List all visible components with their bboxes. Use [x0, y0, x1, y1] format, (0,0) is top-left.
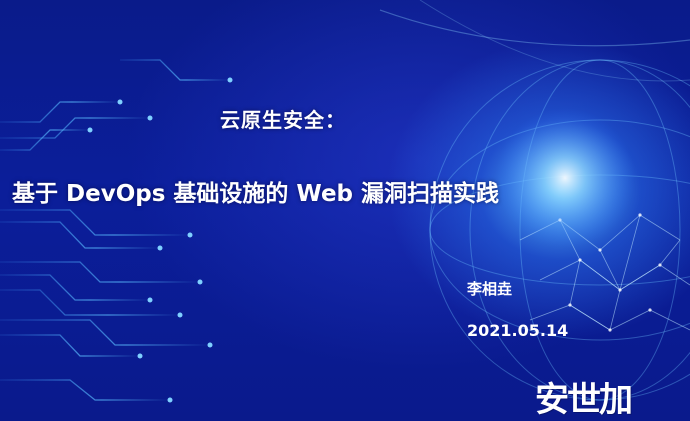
circuit-lines	[0, 59, 230, 401]
presentation-date: 2021.05.14	[467, 321, 569, 340]
author-name: 李相垚	[467, 280, 513, 298]
background-artwork	[0, 0, 690, 403]
title-slide: 云原生安全： 基于 DevOps 基础设施的 Web 漏洞扫描实践 李相垚 20…	[0, 0, 690, 421]
brand-logo: 安世加	[535, 380, 633, 420]
light-streak	[379, 9, 690, 47]
light-glow	[495, 108, 635, 248]
slide-title-line1: 云原生安全：	[220, 108, 346, 132]
circuit-nodes	[87, 77, 233, 403]
slide-title-line2: 基于 DevOps 基础设施的 Web 漏洞扫描实践	[12, 181, 500, 207]
